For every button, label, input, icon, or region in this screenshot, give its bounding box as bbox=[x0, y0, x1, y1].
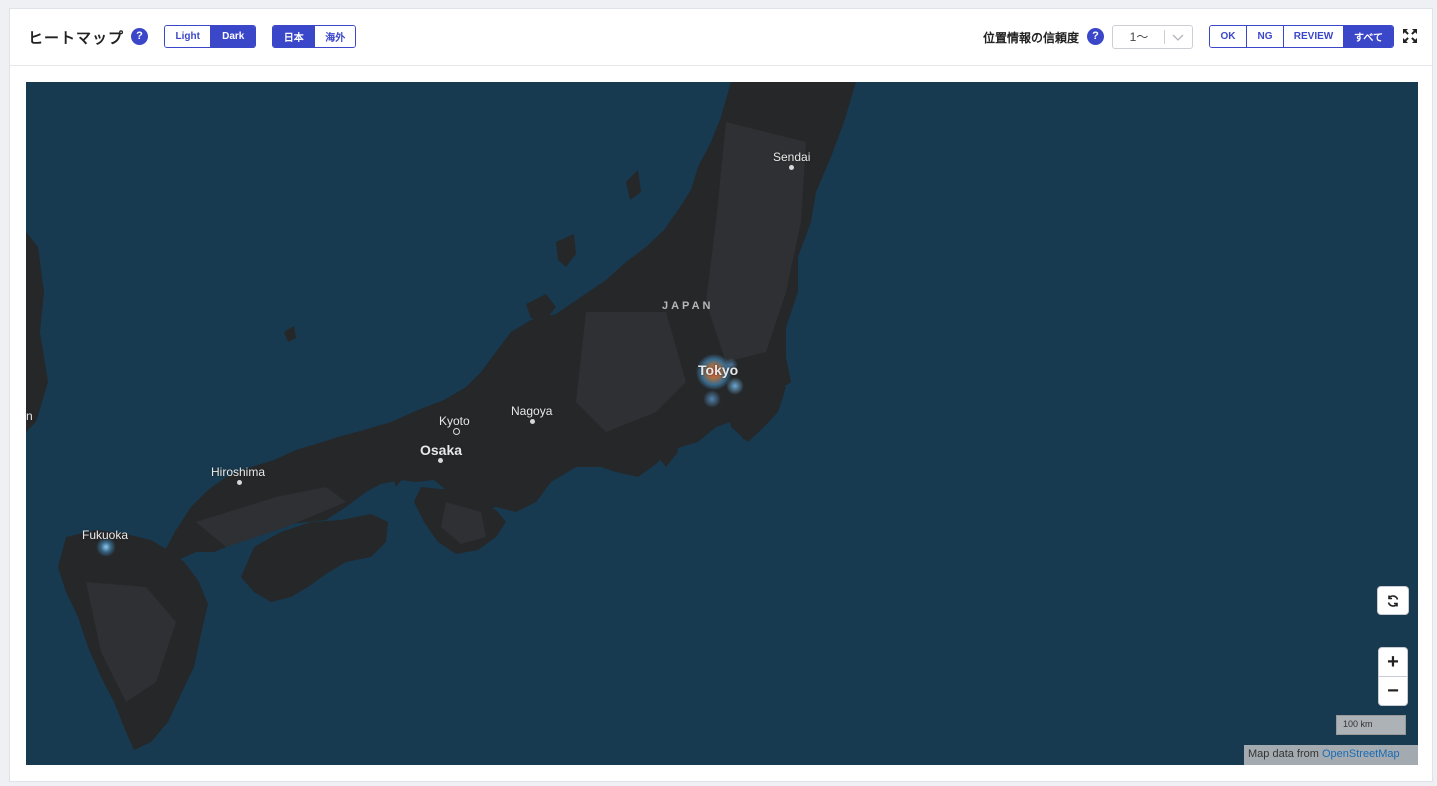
heatmap-map[interactable]: JAPAN Sendai Tokyo Nagoya Kyoto Osaka Hi… bbox=[26, 82, 1418, 765]
city-label-nagoya: Nagoya bbox=[511, 404, 553, 418]
city-label-hiroshima: Hiroshima bbox=[211, 465, 266, 479]
filter-ok-button[interactable]: OK bbox=[1210, 26, 1246, 47]
zoom-out-button[interactable]: − bbox=[1378, 676, 1408, 706]
map-attribution: Map data from OpenStreetMap bbox=[1244, 745, 1418, 765]
country-label: JAPAN bbox=[662, 300, 714, 312]
filter-review-button[interactable]: REVIEW bbox=[1283, 26, 1343, 47]
chevron-down-icon bbox=[1172, 34, 1184, 41]
filter-ng-button[interactable]: NG bbox=[1246, 26, 1283, 47]
confidence-label: 位置情報の信頼度 bbox=[983, 31, 1080, 45]
filter-all-button[interactable]: すべて bbox=[1343, 26, 1393, 47]
theme-dark-button[interactable]: Dark bbox=[210, 26, 255, 47]
region-japan-button[interactable]: 日本 bbox=[273, 26, 315, 47]
refresh-button[interactable] bbox=[1377, 586, 1409, 615]
city-marker-hiroshima bbox=[237, 480, 242, 485]
confidence-select-value: 1〜 bbox=[1129, 30, 1149, 44]
heat-spot-chiba bbox=[726, 377, 744, 395]
city-marker-osaka bbox=[438, 458, 443, 463]
panel-title: ヒートマップ bbox=[28, 30, 125, 47]
city-marker-sendai bbox=[789, 165, 794, 170]
fullscreen-icon[interactable] bbox=[1402, 28, 1418, 44]
city-label-osaka: Osaka bbox=[420, 442, 463, 458]
region-overseas-button[interactable]: 海外 bbox=[314, 26, 355, 47]
edge-city-label: n bbox=[26, 409, 33, 423]
map-land-layer bbox=[26, 82, 856, 750]
theme-toggle: Light Dark bbox=[164, 25, 256, 48]
theme-light-button[interactable]: Light bbox=[165, 26, 211, 47]
city-label-tokyo: Tokyo bbox=[698, 362, 739, 378]
city-marker-nagoya bbox=[530, 419, 535, 424]
city-label-kyoto: Kyoto bbox=[439, 414, 470, 428]
zoom-in-button[interactable]: + bbox=[1378, 647, 1408, 677]
refresh-icon bbox=[1387, 594, 1399, 607]
city-label-fukuoka: Fukuoka bbox=[82, 528, 129, 542]
title-help-icon[interactable]: ? bbox=[131, 28, 148, 45]
confidence-select[interactable]: 1〜 bbox=[1112, 25, 1193, 49]
status-filter: OK NG REVIEW すべて bbox=[1209, 25, 1394, 48]
osm-link[interactable]: OpenStreetMap bbox=[1322, 748, 1400, 760]
city-label-sendai: Sendai bbox=[773, 150, 811, 164]
select-divider bbox=[1164, 30, 1165, 44]
panel-header: ヒートマップ ? Light Dark 日本 海外 位置情報の信頼度 ? 1〜 … bbox=[10, 9, 1432, 66]
confidence-help-icon[interactable]: ? bbox=[1087, 28, 1104, 45]
region-toggle: 日本 海外 bbox=[272, 25, 356, 48]
heatmap-panel: ヒートマップ ? Light Dark 日本 海外 位置情報の信頼度 ? 1〜 … bbox=[9, 8, 1433, 782]
heat-spot-kanagawa bbox=[703, 390, 721, 408]
attribution-text: Map data from bbox=[1248, 748, 1322, 760]
city-marker-kyoto bbox=[453, 428, 460, 435]
map-scale: 100 km bbox=[1336, 715, 1406, 735]
